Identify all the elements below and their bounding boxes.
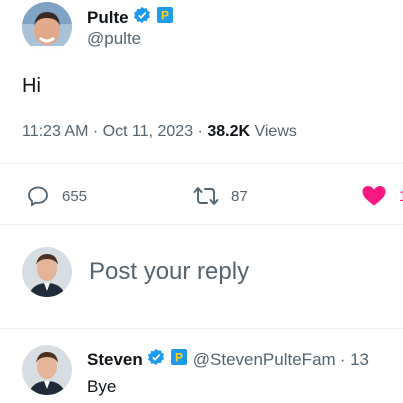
tweet-time[interactable]: 11:23 AM — [22, 123, 88, 140]
reply-text: Bye — [87, 377, 117, 396]
verified-badge-icon — [133, 6, 151, 29]
svg-text:P: P — [161, 9, 169, 23]
views-label: Views — [254, 123, 297, 140]
meta-separator: · — [92, 123, 99, 140]
verified-badge-icon — [147, 348, 165, 371]
p-badge-icon: P — [156, 7, 173, 28]
author-avatar[interactable] — [22, 2, 72, 52]
tweet-date[interactable]: Oct 11, 2023 — [103, 123, 193, 140]
reply-author-name[interactable]: Steven — [87, 350, 143, 370]
reply-icon — [28, 186, 48, 207]
reply-stat[interactable]: 655 — [26, 184, 87, 208]
divider — [0, 224, 403, 225]
author-handle[interactable]: @pulte — [87, 29, 141, 49]
divider — [0, 328, 403, 329]
p-badge-icon: P — [170, 349, 187, 370]
retweet-icon — [193, 187, 219, 205]
reply-author-handle[interactable]: @StevenPulteFam — [193, 350, 336, 370]
retweet-stat[interactable]: 87 — [193, 184, 248, 208]
reply-count: 655 — [62, 187, 88, 205]
like-count: 1 — [399, 188, 403, 205]
my-avatar[interactable] — [22, 247, 72, 297]
heart-icon — [362, 186, 386, 206]
divider — [0, 163, 403, 164]
reply-time[interactable]: · 13 — [340, 350, 369, 370]
reply-input[interactable]: Post your reply — [89, 258, 249, 286]
tweet-text: Hi — [22, 75, 41, 97]
views-count[interactable]: 38.2K — [207, 123, 250, 140]
tweet-meta: 11:23 AM · Oct 11, 2023 · 38.2K Views — [22, 123, 297, 141]
meta-separator: · — [197, 123, 203, 140]
reply-author-avatar[interactable] — [22, 345, 72, 395]
svg-text:P: P — [175, 351, 183, 365]
like-stat[interactable]: 1 — [361, 184, 403, 208]
author-name[interactable]: Pulte — [87, 8, 129, 28]
retweet-count: 87 — [231, 187, 248, 205]
